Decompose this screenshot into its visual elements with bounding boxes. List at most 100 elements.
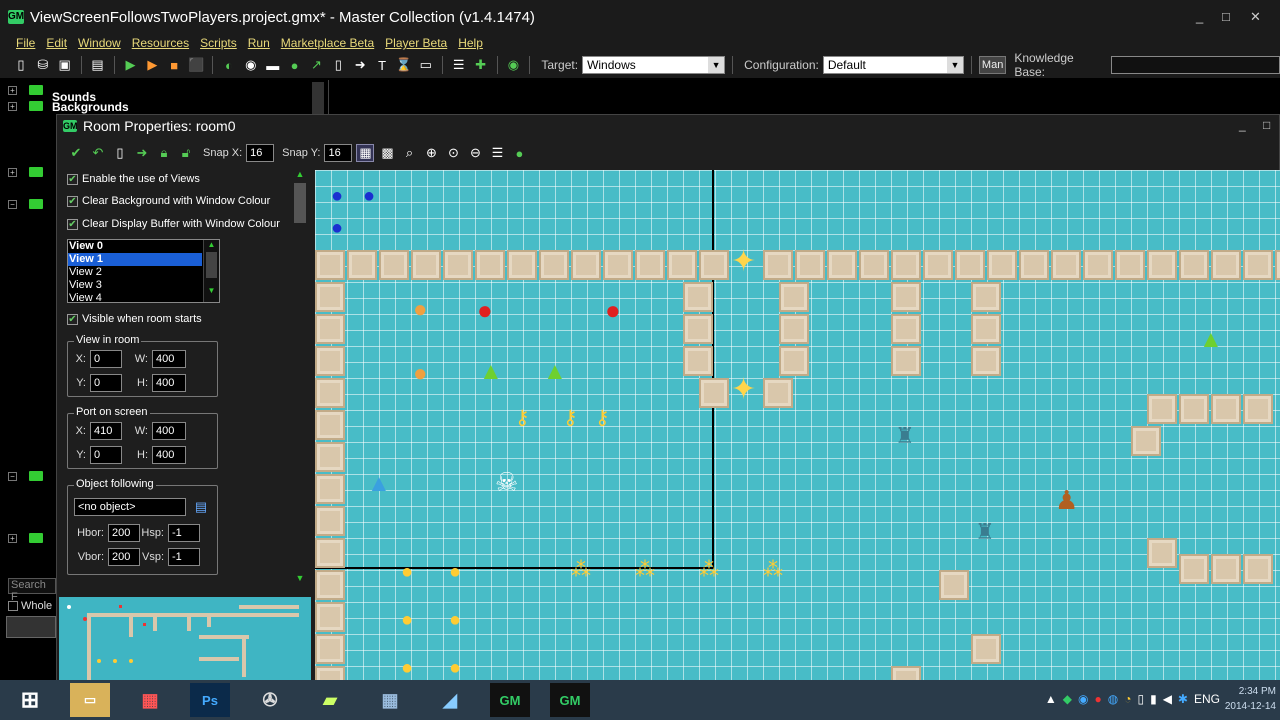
wall-block[interactable] xyxy=(763,250,793,280)
wall-block[interactable] xyxy=(667,250,697,280)
player-icon[interactable]: ♟ xyxy=(1055,487,1078,513)
port-w-input[interactable]: 400 xyxy=(152,422,186,440)
wall-block[interactable] xyxy=(539,250,569,280)
wall-block[interactable] xyxy=(779,282,809,312)
wall-block[interactable] xyxy=(315,506,345,536)
key-icon[interactable]: ⚷ xyxy=(563,408,578,428)
wall-block[interactable] xyxy=(987,250,1017,280)
tray-device-icon[interactable]: ▯ xyxy=(1137,692,1144,706)
extension-icon[interactable]: ✚ xyxy=(472,56,490,74)
object-menu-icon[interactable]: ▤ xyxy=(192,498,210,516)
coin-icon[interactable]: ● xyxy=(401,658,413,678)
checkbox-checked-icon[interactable]: ✔ xyxy=(67,195,78,207)
font-icon[interactable]: ➜ xyxy=(351,56,369,74)
maximize-icon[interactable]: □ xyxy=(1222,9,1230,24)
list-icon[interactable]: ☰ xyxy=(488,144,506,162)
view-item-3[interactable]: View 3 xyxy=(68,279,202,292)
scroll-thumb[interactable] xyxy=(206,252,217,278)
wall-block[interactable] xyxy=(315,442,345,472)
wall-block[interactable] xyxy=(1179,554,1209,584)
port-h-input[interactable]: 400 xyxy=(152,446,186,464)
potion-icon[interactable]: ▲ xyxy=(479,360,503,384)
wall-block[interactable] xyxy=(411,250,441,280)
view-y-input[interactable]: 0 xyxy=(90,374,122,392)
sound-icon[interactable]: ◉ xyxy=(242,56,260,74)
wall-block[interactable] xyxy=(1243,554,1273,584)
wall-block[interactable] xyxy=(699,378,729,408)
settings-icon[interactable]: ☰ xyxy=(450,56,468,74)
gamemaker-icon[interactable]: GM xyxy=(490,683,530,717)
tray-chrome-icon[interactable]: ◔ xyxy=(1124,692,1131,706)
potion-icon[interactable]: ▲ xyxy=(367,472,391,496)
wall-block[interactable] xyxy=(923,250,953,280)
view-item-2[interactable]: View 2 xyxy=(68,266,202,279)
recorder-icon[interactable]: ✇ xyxy=(250,683,290,717)
port-x-input[interactable]: 410 xyxy=(90,422,122,440)
background-icon[interactable]: ▬ xyxy=(264,56,282,74)
clear-icon[interactable]: ▯ xyxy=(111,144,129,162)
tray-bluetooth-icon[interactable]: ✱ xyxy=(1178,692,1188,706)
whole-word-checkbox[interactable]: Whole xyxy=(8,598,56,614)
sparkle-icon[interactable]: ✦ xyxy=(731,375,756,405)
wall-block[interactable] xyxy=(315,602,345,632)
tray-signal-icon[interactable]: ▮ xyxy=(1150,692,1157,706)
menu-edit[interactable]: Edit xyxy=(46,36,67,50)
wall-block[interactable] xyxy=(891,314,921,344)
clear-background-checkbox[interactable]: ✔ Clear Background with Window Colour xyxy=(67,195,270,207)
wall-block[interactable] xyxy=(1211,250,1241,280)
show-icon[interactable]: ⌕ xyxy=(400,144,418,162)
wall-block[interactable] xyxy=(1243,394,1273,424)
knowledge-base-input[interactable] xyxy=(1111,56,1280,74)
tray-arrow-icon[interactable]: ▲ xyxy=(1045,692,1057,706)
debug-icon[interactable]: ▶ xyxy=(143,56,161,74)
clean-icon[interactable]: ⬛ xyxy=(187,56,205,74)
sticky-notes-icon[interactable]: ▰ xyxy=(310,683,350,717)
tray-record-icon[interactable]: ● xyxy=(1094,692,1101,706)
wall-block[interactable] xyxy=(779,314,809,344)
potion-icon[interactable]: ▲ xyxy=(543,360,567,384)
wall-block[interactable] xyxy=(1211,394,1241,424)
blue-ball-icon[interactable]: ● xyxy=(363,186,375,206)
wall-block[interactable] xyxy=(315,346,345,376)
path-icon[interactable]: ● xyxy=(286,56,304,74)
tree-search-input[interactable]: Search F xyxy=(8,578,56,603)
wall-block[interactable] xyxy=(315,570,345,600)
coin-pile-icon[interactable]: ⁂ xyxy=(699,560,719,580)
coin-pile-icon[interactable]: ⁂ xyxy=(763,560,783,580)
timeline-icon[interactable]: T xyxy=(373,56,391,74)
expand-icon[interactable]: + xyxy=(8,167,17,177)
shift-icon[interactable]: ➜ xyxy=(133,144,151,162)
notes-icon[interactable]: ◢ xyxy=(430,683,470,717)
help-icon[interactable]: ◉ xyxy=(505,56,523,74)
wall-block[interactable] xyxy=(1083,250,1113,280)
wall-block[interactable] xyxy=(315,250,345,280)
menu-player[interactable]: Player Beta xyxy=(385,36,447,50)
coin-icon[interactable]: ● xyxy=(449,562,461,582)
wall-block[interactable] xyxy=(315,314,345,344)
vsp-input[interactable]: -1 xyxy=(168,548,200,566)
scroll-down-icon[interactable]: ▼ xyxy=(204,286,219,298)
wall-block[interactable] xyxy=(971,346,1001,376)
ghost-icon[interactable]: ♜ xyxy=(895,425,915,447)
script-icon[interactable]: ↗ xyxy=(308,56,326,74)
coin-pile-icon[interactable]: ⁂ xyxy=(635,560,655,580)
ghost-icon[interactable]: ♜ xyxy=(975,521,995,543)
view-w-input[interactable]: 400 xyxy=(152,350,186,368)
target-select[interactable]: Windows ▼ xyxy=(582,56,726,74)
key-icon[interactable]: ⚷ xyxy=(515,408,530,428)
apps-grid-icon[interactable]: ▦ xyxy=(130,683,170,717)
expand-icon[interactable]: + xyxy=(8,533,17,543)
wall-block[interactable] xyxy=(955,250,985,280)
wall-block[interactable] xyxy=(1147,538,1177,568)
wall-block[interactable] xyxy=(475,250,505,280)
wall-block[interactable] xyxy=(939,570,969,600)
close-icon[interactable]: ✕ xyxy=(1250,9,1261,25)
red-apple-icon[interactable]: ● xyxy=(605,297,621,323)
calculator-icon[interactable]: ▦ xyxy=(370,683,410,717)
wall-block[interactable] xyxy=(683,314,713,344)
tray-language[interactable]: ENG xyxy=(1194,692,1220,706)
wall-block[interactable] xyxy=(763,378,793,408)
wall-block[interactable] xyxy=(603,250,633,280)
expand-icon[interactable]: + xyxy=(8,85,17,95)
wall-block[interactable] xyxy=(571,250,601,280)
